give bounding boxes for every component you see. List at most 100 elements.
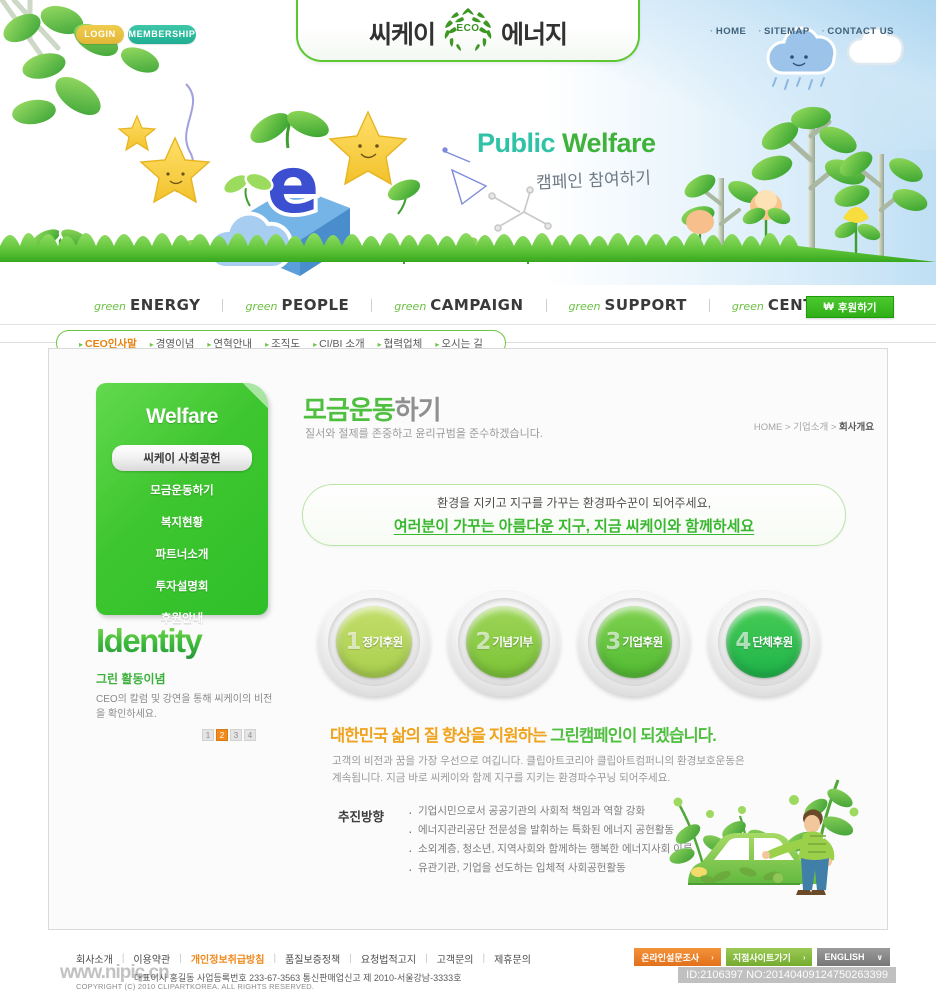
- campaign-title-orange: 대한민국 삶의 질 향상을 지원하는: [330, 727, 551, 745]
- page-title-gray: 하기: [394, 395, 442, 425]
- hero-banner: e e LOGIN MEMBERSHIP · HOME · SITEMAP · …: [0, 0, 936, 285]
- circle-face: 1 정기후원: [336, 606, 412, 678]
- nav-label: ENERGY: [130, 296, 201, 314]
- top-link-contact-us[interactable]: · CONTACT US: [822, 26, 894, 37]
- hero-subtitle: 캠페인 참여하기: [535, 168, 652, 194]
- page-subtitle: 질서와 절제를 존중하고 윤리규범을 준수하겠습니다.: [305, 428, 543, 440]
- nav-label: CAMPAIGN: [430, 296, 524, 314]
- sidebar-item-partners[interactable]: 파트너소개: [112, 538, 252, 570]
- nav-item-energy[interactable]: green ENERGY: [72, 296, 222, 314]
- nav-prefix: green: [245, 300, 278, 313]
- main-navigation: green ENERGY green PEOPLE green CAMPAIGN…: [0, 285, 936, 325]
- footer-divider: |: [349, 953, 352, 964]
- breadcrumb-current: 회사개요: [839, 422, 874, 433]
- pager-page-2[interactable]: 2: [216, 728, 228, 741]
- footer-buttons: 온라인설문조사 › 지점사이트가기 › ENGLISH ∨: [634, 948, 890, 966]
- sidebar-title: Welfare: [146, 405, 218, 428]
- sidebar-item-investor-briefing[interactable]: 투자설명회: [112, 570, 252, 602]
- sidebar-panel: Welfare 씨케이 사회공헌 모금운동하기 복지현황 파트너소개 투자설명회…: [96, 383, 268, 625]
- identity-description: CEO의 칼럼 및 강연을 통해 씨케이의 비전을 확인하세요.: [96, 693, 273, 720]
- page-title: 모금운동하기: [303, 390, 442, 427]
- circle-face: 2 기념기부: [466, 606, 542, 678]
- breadcrumb-home[interactable]: HOME: [754, 422, 783, 433]
- hero-title-part1: Public: [477, 128, 563, 158]
- site-logo[interactable]: 씨케이 ECO 에너지: [296, 0, 640, 62]
- circle-bezel: 1 정기후원: [328, 598, 420, 686]
- pager-page-4[interactable]: 4: [244, 728, 256, 741]
- identity-subtitle: 그린 활동이념: [96, 671, 166, 686]
- circle-number: 4: [735, 628, 752, 655]
- notice-line-1: 환경을 지키고 지구를 가꾸는 환경파수꾼이 되어주세요,: [437, 496, 711, 510]
- nav-prefix: green: [394, 300, 427, 313]
- nav-item-people[interactable]: green PEOPLE: [223, 296, 371, 314]
- svg-text:e: e: [267, 141, 320, 231]
- circle-label: 단체후원: [752, 637, 793, 649]
- identity-block: Identity 그린 활동이념 CEO의 칼럼 및 강연을 통해 씨케이의 비…: [96, 623, 276, 741]
- wreath-svg: [444, 8, 492, 51]
- circle-label: 기업후원: [622, 637, 663, 649]
- donation-button-corporate[interactable]: 3 기업후원: [578, 588, 690, 696]
- top-utility-nav: · HOME · SITEMAP · CONTACT US: [710, 26, 894, 37]
- donation-type-buttons: 1 정기후원 2 기념기부 3 기업후원 4 단체후원: [318, 588, 820, 696]
- page-title-green: 모금운동: [303, 395, 396, 425]
- circle-face: 4 단체후원: [726, 606, 802, 678]
- notice-box: 환경을 지키고 지구를 가꾸는 환경파수꾼이 되어주세요, 여러분이 가꾸는 아…: [302, 484, 846, 546]
- branch-site-button[interactable]: 지점사이트가기 ›: [725, 948, 813, 966]
- hero-title: Public Welfare: [477, 128, 656, 159]
- online-survey-button[interactable]: 온라인설문조사 ›: [634, 948, 721, 966]
- footer-link-customer-inquiry[interactable]: 고객문의: [437, 951, 474, 966]
- bullet-icon: ·: [710, 26, 714, 37]
- sidebar-item-fundraising[interactable]: 모금운동하기: [112, 474, 252, 506]
- donation-button-commemorative[interactable]: 2 기념기부: [448, 588, 560, 696]
- circle-bezel: 4 단체후원: [718, 598, 810, 686]
- bullet-icon: ·: [758, 26, 763, 37]
- stock-id-overlay: ID:2106397 NO:20140409124750263399: [678, 967, 896, 983]
- circle-number: 1: [345, 628, 362, 655]
- footer-link-privacy-policy[interactable]: 개인정보취급방침: [191, 951, 265, 966]
- breadcrumb-sep: >: [785, 422, 791, 433]
- nav-label: SUPPORT: [604, 296, 687, 314]
- footer-copyright: COPYRIGHT (C) 2010 CLIPARTKOREA. ALL RIG…: [76, 982, 315, 991]
- nav-label: PEOPLE: [281, 296, 350, 314]
- top-link-home[interactable]: · HOME: [710, 26, 746, 37]
- language-label: ENGLISH: [824, 952, 865, 962]
- notice-line-2[interactable]: 여러분이 가꾸는 아름다운 지구, 지금 씨케이와 함께하세요: [394, 515, 754, 536]
- circle-label: 기념기부: [492, 637, 533, 649]
- membership-button[interactable]: MEMBERSHIP: [128, 25, 196, 44]
- footer-divider: |: [425, 953, 428, 964]
- nav-prefix: green: [94, 300, 127, 313]
- bullet-icon: ·: [821, 26, 826, 37]
- branch-site-label: 지점사이트가기: [732, 952, 791, 963]
- circle-bezel: 2 기념기부: [458, 598, 550, 686]
- sidebar-menu: 씨케이 사회공헌 모금운동하기 복지현황 파트너소개 투자설명회 후원안내: [112, 445, 252, 634]
- login-button[interactable]: LOGIN: [76, 25, 124, 44]
- sidebar-item-social-contribution[interactable]: 씨케이 사회공헌: [112, 445, 252, 471]
- footer-link-legal-notice[interactable]: 요청법적고지: [361, 951, 416, 966]
- donation-button-group[interactable]: 4 단체후원: [708, 588, 820, 696]
- logo-text-left: 씨케이: [368, 21, 436, 49]
- donation-button-regular[interactable]: 1 정기후원: [318, 588, 430, 696]
- footer-link-quality-policy[interactable]: 품질보증정책: [285, 951, 340, 966]
- nav-item-campaign[interactable]: green CAMPAIGN: [372, 296, 545, 314]
- campaign-title: 대한민국 삶의 질 향상을 지원하는 그린캠페인이 되겠습니다.: [330, 722, 717, 746]
- footer-divider: |: [179, 953, 182, 964]
- nav-item-support[interactable]: green SUPPORT: [547, 296, 709, 314]
- top-link-sitemap[interactable]: · SITEMAP: [758, 26, 809, 37]
- pager-page-3[interactable]: 3: [230, 728, 242, 741]
- breadcrumb-level1[interactable]: 기업소개: [793, 422, 828, 433]
- breadcrumb: HOME > 기업소개 > 회사개요: [754, 419, 874, 433]
- footer-link-partnership-inquiry[interactable]: 제휴문의: [494, 951, 531, 966]
- pager-page-1[interactable]: 1: [202, 728, 214, 741]
- donate-button[interactable]: ₩ 후원하기: [806, 296, 894, 318]
- nav-prefix: green: [731, 300, 764, 313]
- language-select-button[interactable]: ENGLISH ∨: [817, 948, 890, 966]
- campaign-title-green: 그린캠페인이 되겠습니다.: [550, 727, 717, 745]
- chevron-right-icon: ›: [711, 952, 714, 962]
- won-icon: ₩: [823, 301, 834, 313]
- circle-number: 2: [475, 628, 492, 655]
- hero-title-part2: Welfare: [562, 128, 656, 158]
- footer-divider: |: [273, 953, 277, 964]
- donate-button-label: 후원하기: [837, 301, 877, 314]
- sidebar-item-welfare-status[interactable]: 복지현황: [112, 506, 252, 538]
- circle-bezel: 3 기업후원: [588, 598, 680, 686]
